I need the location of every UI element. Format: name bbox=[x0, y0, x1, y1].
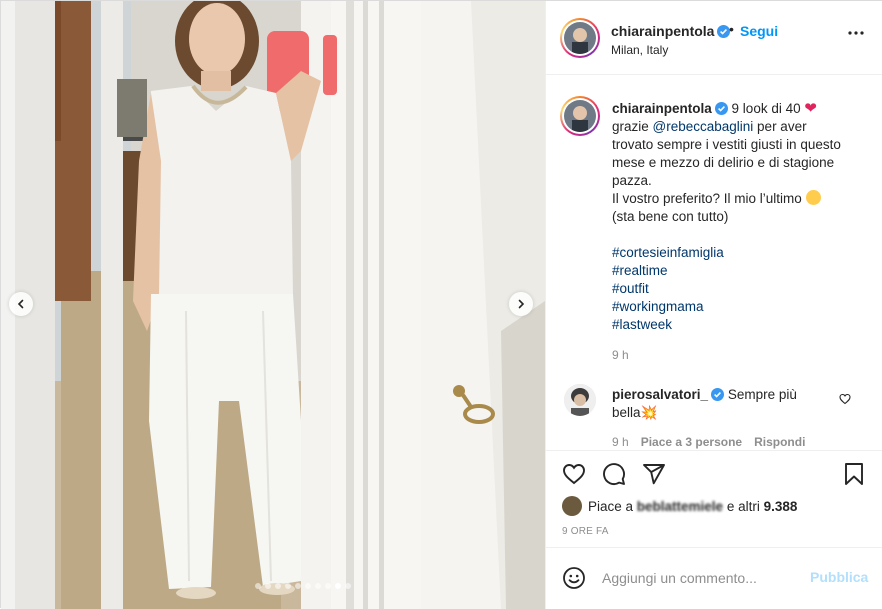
publish-button[interactable]: Pubblica bbox=[810, 569, 868, 585]
bookmark-icon[interactable] bbox=[842, 462, 866, 486]
caption-author-avatar[interactable] bbox=[560, 96, 600, 136]
post-date[interactable]: 9 ORE FA bbox=[562, 526, 609, 537]
comment-text: pierosalvatori_ Sempre più bella💥 bbox=[612, 386, 837, 422]
comment-line1: Sempre più bbox=[727, 387, 797, 402]
red-heart-emoji-icon: ❤ bbox=[804, 100, 817, 117]
header-separator-dot: • bbox=[729, 21, 734, 37]
comment-timestamp[interactable]: 9 h bbox=[612, 435, 629, 449]
comment-line2: bella bbox=[612, 405, 641, 420]
hashtag-link[interactable]: #outfit bbox=[612, 280, 842, 298]
hashtag-link[interactable]: #workingmama bbox=[612, 298, 842, 316]
comment-likes-count[interactable]: Piace a 3 persone bbox=[641, 435, 742, 449]
avatar-image bbox=[564, 384, 596, 416]
post-side-panel: chiarainpentola • Segui Milan, Italy chi… bbox=[545, 1, 882, 609]
liker-username[interactable]: beblattemiele bbox=[637, 499, 723, 514]
avatar-image bbox=[564, 22, 596, 54]
post-location[interactable]: Milan, Italy bbox=[611, 43, 668, 57]
carousel-dot bbox=[325, 583, 331, 589]
likes-count[interactable]: 9.388 bbox=[764, 499, 798, 514]
caption-mention-link[interactable]: @rebeccabaglini bbox=[653, 119, 754, 134]
author-username[interactable]: chiarainpentola bbox=[611, 23, 731, 39]
carousel-prev-button[interactable] bbox=[9, 292, 33, 316]
post-caption: chiarainpentola 9 look di 40 ❤ grazie @r… bbox=[612, 100, 842, 334]
post-header: chiarainpentola • Segui Milan, Italy bbox=[546, 1, 882, 75]
caption-line2-pre: grazie bbox=[612, 119, 653, 134]
chevron-right-icon bbox=[518, 299, 525, 309]
hashtag-link[interactable]: #lastweek bbox=[612, 316, 842, 334]
comments-list[interactable]: chiarainpentola 9 look di 40 ❤ grazie @r… bbox=[546, 76, 882, 450]
outfit-mirror-photo bbox=[1, 1, 545, 609]
avatar-image bbox=[564, 100, 596, 132]
carousel-dots bbox=[1, 583, 545, 589]
caption-line1: 9 look di 40 bbox=[731, 101, 801, 116]
comment-reply-button[interactable]: Rispondi bbox=[754, 435, 805, 449]
instagram-post-modal: chiarainpentola • Segui Milan, Italy chi… bbox=[0, 0, 882, 609]
comment-bubble-icon[interactable] bbox=[602, 462, 626, 486]
caption-hashtags: #cortesieinfamiglia #realtime #outfit #w… bbox=[612, 244, 842, 334]
commenter-username[interactable]: pierosalvatori_ bbox=[612, 387, 708, 402]
commenter-avatar[interactable] bbox=[564, 384, 596, 416]
chevron-left-icon bbox=[17, 299, 24, 309]
post-photo[interactable] bbox=[1, 1, 545, 609]
carousel-dot bbox=[345, 583, 351, 589]
post-action-bar bbox=[546, 450, 882, 498]
follow-button[interactable]: Segui bbox=[740, 23, 778, 39]
carousel-next-button[interactable] bbox=[509, 292, 533, 316]
more-options-icon[interactable] bbox=[848, 31, 864, 35]
carousel-dot bbox=[295, 583, 301, 589]
add-comment-bar: Pubblica bbox=[546, 547, 882, 609]
caption-line4: (sta bene con tutto) bbox=[612, 209, 729, 224]
carousel-dot bbox=[265, 583, 271, 589]
hashtag-link[interactable]: #realtime bbox=[612, 262, 842, 280]
author-avatar[interactable] bbox=[560, 18, 600, 58]
carousel-dot bbox=[255, 583, 261, 589]
liker-avatar[interactable] bbox=[562, 496, 582, 516]
author-username-text[interactable]: chiarainpentola bbox=[611, 23, 714, 39]
verified-badge-icon bbox=[714, 102, 728, 115]
comment-like-heart-icon[interactable] bbox=[839, 393, 851, 405]
comment-input[interactable] bbox=[602, 563, 802, 593]
carousel-dot bbox=[315, 583, 321, 589]
likes-suffix: e altri bbox=[723, 498, 764, 514]
verified-badge-icon bbox=[711, 388, 725, 401]
likes-prefix: Piace a bbox=[588, 498, 637, 514]
smiley-icon[interactable] bbox=[562, 566, 586, 590]
carousel-dot bbox=[335, 583, 341, 589]
caption-username[interactable]: chiarainpentola bbox=[612, 101, 712, 116]
caption-timestamp[interactable]: 9 h bbox=[612, 348, 629, 362]
laughing-emoji-icon bbox=[805, 190, 821, 205]
carousel-dot bbox=[275, 583, 281, 589]
hashtag-link[interactable]: #cortesieinfamiglia bbox=[612, 244, 842, 262]
likes-summary[interactable]: Piace a beblattemiele e altri 9.388 bbox=[562, 495, 797, 517]
carousel-dot bbox=[285, 583, 291, 589]
heart-outline-icon[interactable] bbox=[562, 462, 586, 486]
carousel-dot bbox=[305, 583, 311, 589]
comment-meta: 9 h Piace a 3 persone Rispondi bbox=[612, 435, 805, 449]
paper-plane-icon[interactable] bbox=[642, 462, 666, 486]
collision-emoji-icon: 💥 bbox=[640, 405, 658, 420]
caption-line3: Il vostro preferito? Il mio l’ultimo bbox=[612, 191, 802, 206]
